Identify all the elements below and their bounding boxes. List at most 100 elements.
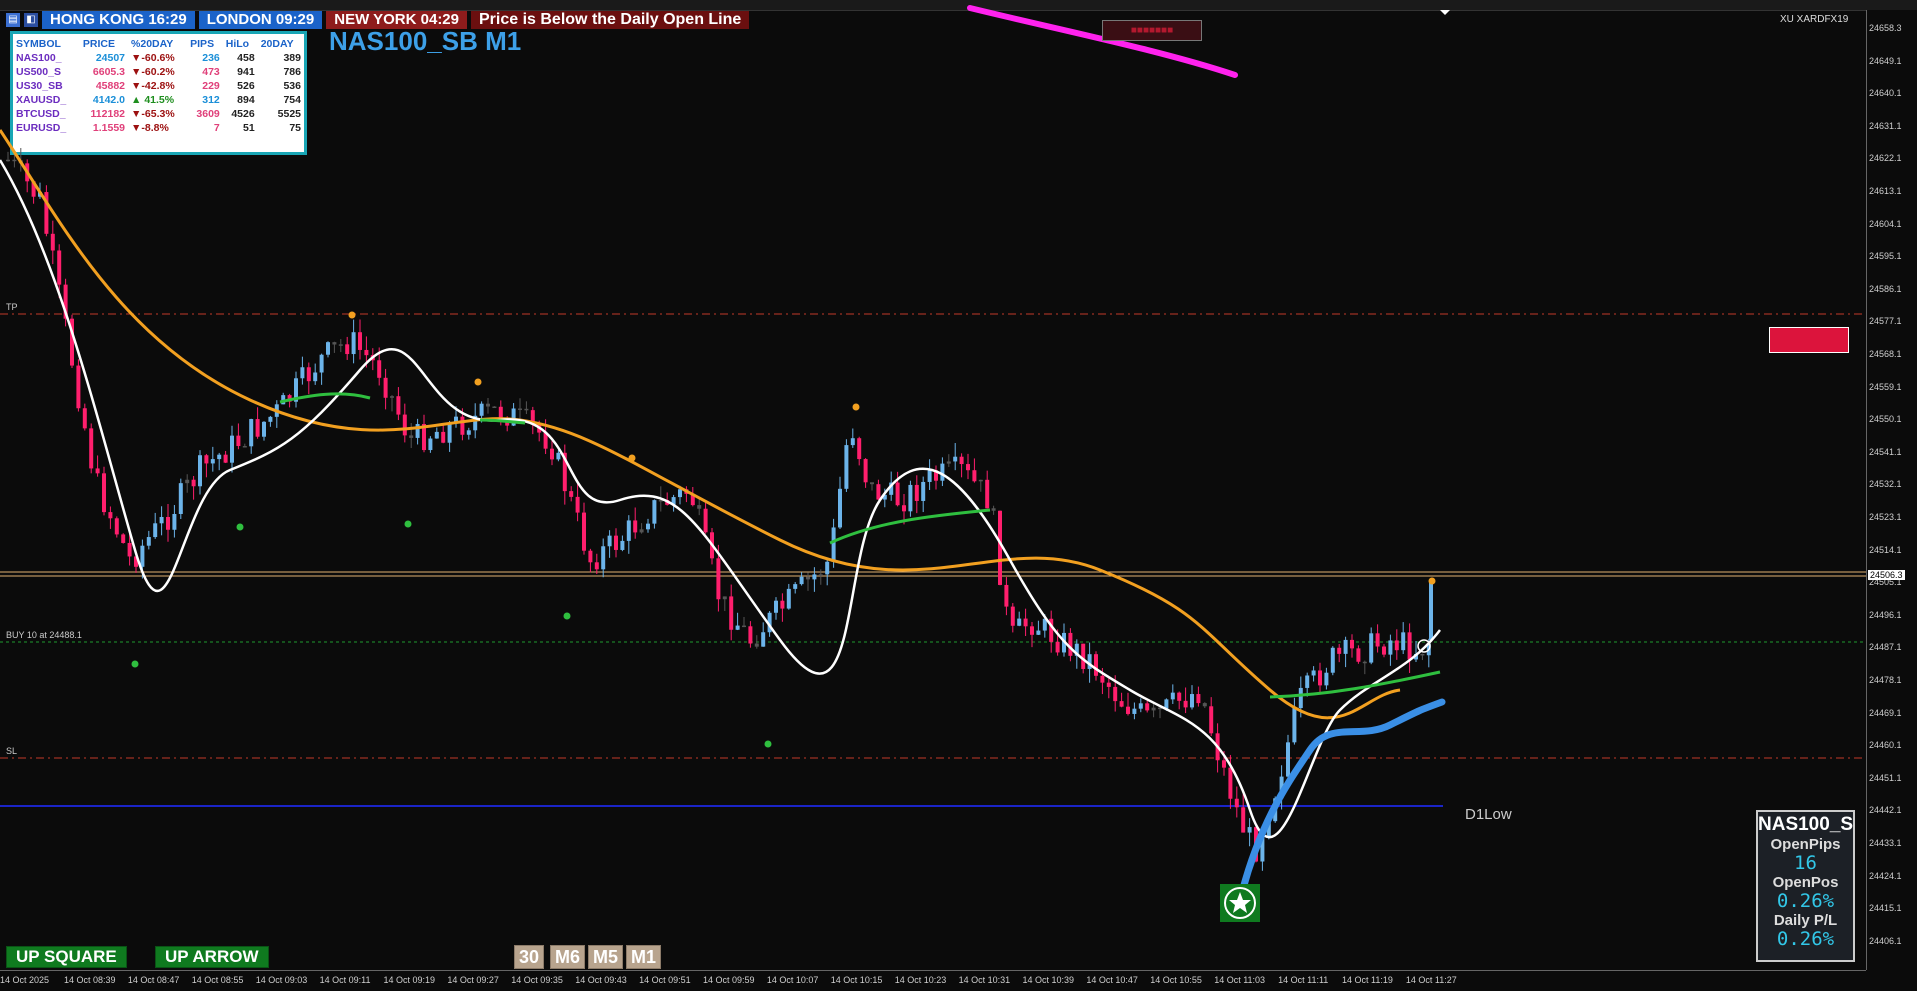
price-tick: 24541.1 bbox=[1869, 446, 1902, 457]
candle-body bbox=[498, 406, 503, 418]
position-symbol: NAS100_S bbox=[1758, 814, 1854, 835]
candle-body bbox=[313, 372, 318, 382]
candle-body bbox=[1429, 580, 1433, 640]
candle-body bbox=[518, 408, 522, 410]
candle-body bbox=[1311, 670, 1316, 676]
indicator-label-box: ■■■■■■■ bbox=[1102, 20, 1202, 41]
candle-body bbox=[633, 520, 638, 533]
candle-body bbox=[12, 159, 17, 162]
timeframe-button-m6[interactable]: M6 bbox=[550, 945, 586, 969]
candle-body bbox=[1375, 633, 1380, 647]
candle-body bbox=[191, 479, 196, 487]
sl-label: SL bbox=[6, 746, 18, 756]
candle-body bbox=[198, 455, 202, 487]
candle-body bbox=[1094, 654, 1098, 676]
d1-low-label: D1Low bbox=[1465, 806, 1512, 823]
candle-body bbox=[1145, 703, 1150, 711]
candle-body bbox=[831, 527, 836, 562]
candle-body bbox=[1369, 633, 1374, 663]
candle-body bbox=[364, 349, 369, 356]
time-tick: 14 Oct 2025 bbox=[0, 975, 50, 985]
candle-body bbox=[358, 332, 362, 350]
blue-ma-line bbox=[1236, 698, 1446, 904]
candle-body bbox=[338, 344, 343, 346]
up-square-button[interactable]: UP SQUARE bbox=[6, 946, 127, 968]
price-tick: 24658.3 bbox=[1869, 23, 1902, 33]
price-axis[interactable]: 24658.3 24649.1 24640.1 24631.1 24622.1 24613… bbox=[1866, 10, 1917, 970]
candle-body bbox=[166, 516, 170, 530]
time-axis[interactable]: 14 Oct 2025 14 Oct 08:39 14 Oct 08:47 14 Oc… bbox=[0, 970, 1866, 991]
candle-body bbox=[876, 484, 881, 500]
candle-body bbox=[959, 456, 964, 465]
price-tick: 24604.1 bbox=[1869, 218, 1902, 229]
candle-body bbox=[1036, 630, 1041, 635]
price-tick: 24622.1 bbox=[1869, 153, 1902, 164]
candle-body bbox=[210, 459, 215, 464]
candle-body bbox=[1138, 703, 1143, 709]
candle-body bbox=[236, 435, 241, 447]
daily-pl-label: Daily P/L bbox=[1773, 912, 1838, 929]
candle-body bbox=[639, 529, 644, 533]
time-tick: 14 Oct 10:07 bbox=[766, 975, 819, 985]
time-tick: 14 Oct 11:11 bbox=[1278, 975, 1329, 985]
timeframe-button-30[interactable]: 30 bbox=[514, 945, 545, 969]
candle-body bbox=[402, 414, 407, 436]
candle-body bbox=[1350, 639, 1354, 649]
candle-body bbox=[319, 354, 324, 373]
candle-body bbox=[326, 342, 330, 355]
candle-body bbox=[409, 435, 414, 438]
price-tick: 24640.1 bbox=[1869, 88, 1902, 99]
price-tick: 24433.1 bbox=[1869, 838, 1902, 848]
candle-body bbox=[697, 505, 702, 509]
candle-body bbox=[146, 537, 151, 546]
candle-body bbox=[121, 534, 126, 543]
candle-body bbox=[729, 596, 734, 630]
candle-body bbox=[1234, 798, 1239, 808]
candle-body bbox=[575, 496, 580, 513]
candle-body bbox=[972, 470, 977, 482]
candle-body bbox=[223, 454, 228, 463]
candle-body bbox=[185, 479, 190, 484]
candle-body bbox=[588, 550, 593, 563]
signal-box[interactable] bbox=[1769, 327, 1849, 353]
candle-body bbox=[1190, 694, 1194, 708]
candle-body bbox=[626, 520, 631, 541]
candle-body bbox=[95, 468, 100, 474]
time-tick: 14 Oct 10:55 bbox=[1150, 975, 1202, 985]
candle-body bbox=[735, 625, 740, 630]
price-tick: 24550.1 bbox=[1869, 414, 1902, 425]
candle-body bbox=[946, 461, 951, 464]
candle-body bbox=[1407, 632, 1412, 660]
candle-body bbox=[1228, 767, 1233, 799]
price-tick: 24406.1 bbox=[1869, 935, 1902, 946]
candle-body bbox=[178, 483, 183, 514]
candle-body bbox=[1222, 760, 1226, 768]
candle-body bbox=[594, 562, 599, 570]
up-arrow-button[interactable]: UP ARROW bbox=[155, 946, 269, 968]
price-tick: 24523.1 bbox=[1869, 512, 1902, 522]
price-tick: 24451.1 bbox=[1869, 772, 1902, 783]
candle-body bbox=[1298, 687, 1303, 709]
candle-body bbox=[332, 342, 337, 345]
candle-body bbox=[204, 455, 209, 464]
candle-body bbox=[985, 479, 990, 509]
time-tick: 14 Oct 08:55 bbox=[191, 975, 244, 985]
timeframe-button-m5[interactable]: M5 bbox=[588, 945, 624, 969]
candle-body bbox=[1324, 672, 1329, 686]
candle-body bbox=[300, 367, 305, 379]
candle-body bbox=[82, 408, 87, 429]
timeframe-button-m1[interactable]: M1 bbox=[626, 945, 662, 969]
candle-body bbox=[1113, 686, 1118, 702]
tp-label: TP bbox=[6, 302, 18, 312]
price-chart[interactable] bbox=[0, 0, 1866, 970]
time-tick: 14 Oct 09:27 bbox=[447, 975, 499, 985]
candle-body bbox=[249, 419, 254, 447]
candle-body bbox=[1420, 653, 1425, 656]
candle-body bbox=[434, 431, 439, 439]
candle-body bbox=[1081, 643, 1086, 669]
candle-body bbox=[1292, 708, 1297, 743]
candle-body bbox=[678, 489, 682, 498]
price-tick: 24478.1 bbox=[1869, 675, 1902, 685]
price-tick: 24631.1 bbox=[1869, 120, 1902, 131]
price-tick: 24586.1 bbox=[1869, 283, 1902, 294]
